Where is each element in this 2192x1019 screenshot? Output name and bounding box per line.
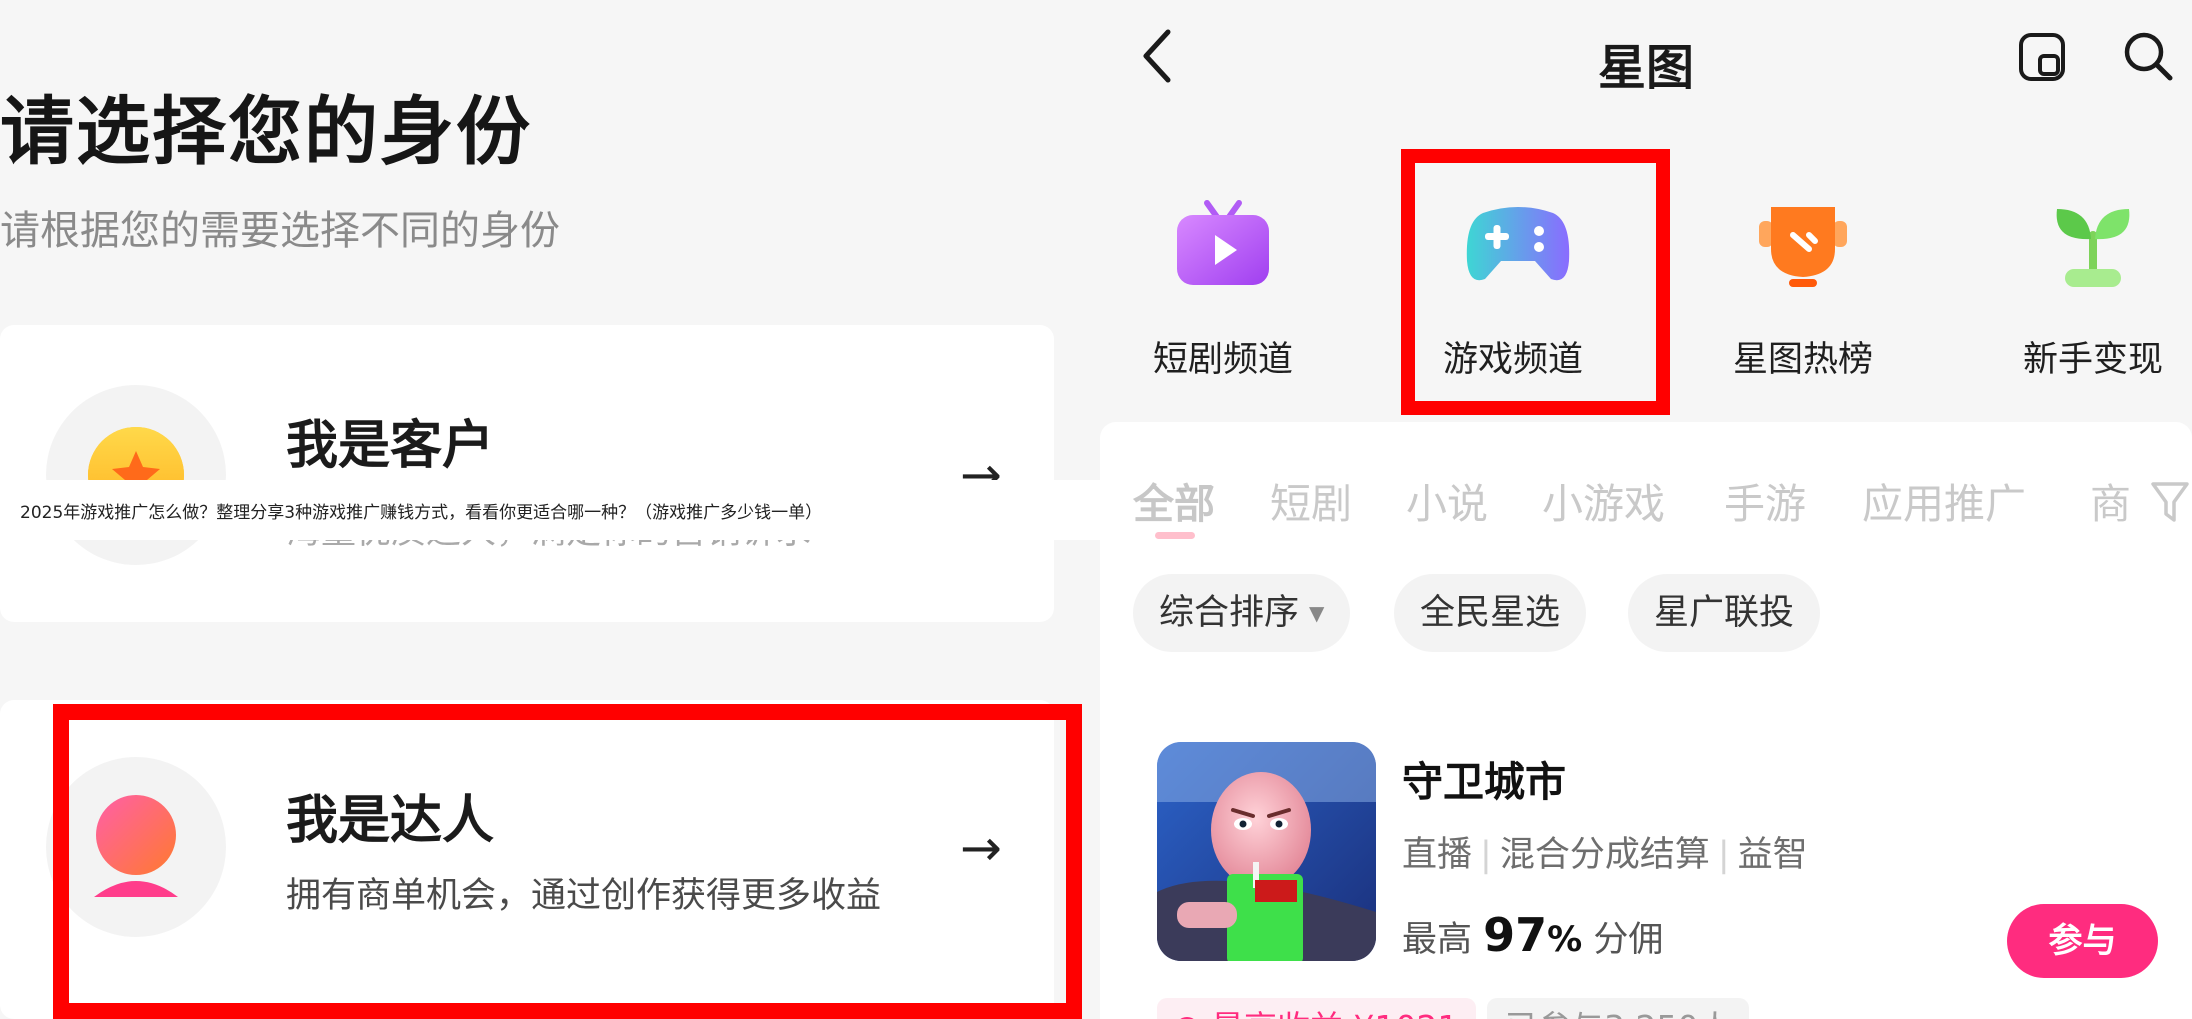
tag-genre: 益智: [1737, 835, 1808, 875]
article-title-banner: 2025年游戏推广怎么做？整理分享3种游戏推广赚钱方式，看看你更适合哪一种？（游…: [0, 480, 1100, 540]
game-badges: 最高收益 ¥1021 已参与3,250人: [1157, 998, 2157, 1019]
tag-separator: |: [1717, 835, 1730, 875]
channel-hot-list[interactable]: 星图热榜: [1703, 195, 1903, 382]
sort-label: 综合排序: [1159, 593, 1300, 633]
search-icon[interactable]: [2122, 30, 2174, 86]
joined-count-badge: 已参与3,250人: [1487, 998, 1750, 1019]
commission-unit: %: [1547, 920, 1583, 960]
channel-label: 星图热榜: [1732, 340, 1873, 380]
screen-switch-icon[interactable]: [2018, 32, 2066, 86]
page-title: 请选择您的身份: [0, 89, 532, 175]
tag-live: 直播: [1402, 835, 1473, 875]
game-name: 守卫城市: [1402, 758, 1566, 806]
channel-short-drama[interactable]: 短剧频道: [1123, 195, 1323, 382]
client-identity-card[interactable]: 我是客户 海量优质达人，满足你的营销诉求 →: [0, 325, 1054, 622]
highlight-box: [1401, 149, 1670, 415]
channel-label: 新手变现: [2022, 340, 2163, 380]
caret-down-icon: ▼: [1309, 601, 1325, 625]
commission-info: 最高 97% 分佣: [1402, 908, 1663, 962]
trophy-icon: [1753, 195, 1853, 295]
game-thumbnail-icon: [1157, 742, 1376, 961]
channel-newbie[interactable]: 新手变现: [1993, 195, 2192, 382]
tab-indicator: [1155, 532, 1195, 539]
tag-settlement: 混合分成结算: [1499, 835, 1710, 875]
tag-separator: |: [1480, 835, 1492, 875]
chip-national-pick[interactable]: 全民星选: [1394, 574, 1587, 652]
game-task-card[interactable]: 守卫城市 直播|混合分成结算|益智 最高 97% 分佣 参与 最高收益 ¥102…: [1100, 692, 2192, 1019]
join-button[interactable]: 参与: [2007, 904, 2158, 978]
commission-suffix: 分佣: [1593, 920, 1664, 960]
game-tags: 直播 | 混合分成结算 | 益智: [1402, 826, 1808, 877]
content-area: 全部 短剧 小说 小游戏 手游 应用推广 商 综合排序 ▼ 全民星选 星广联投: [1100, 420, 2192, 1019]
filter-icon[interactable]: [2150, 480, 2190, 528]
page-subtitle: 请根据您的需要选择不同的身份: [0, 208, 560, 254]
tab-mini-game[interactable]: 小游戏: [1542, 470, 1665, 530]
tab-app-promo[interactable]: 应用推广: [1862, 470, 2026, 530]
tv-play-icon: [1173, 195, 1273, 295]
sprout-icon: [2043, 195, 2143, 295]
income-badge: 最高收益 ¥1021: [1157, 998, 1477, 1019]
tab-commerce[interactable]: 商: [2090, 470, 2131, 530]
channel-label: 短剧频道: [1152, 340, 1293, 380]
highlight-box: [53, 704, 1082, 1019]
content-panel: 全部 短剧 小说 小游戏 手游 应用推广 商 综合排序 ▼ 全民星选 星广联投: [1100, 422, 2192, 1019]
commission-prefix: 最高: [1402, 920, 1473, 960]
chip-joint-ads[interactable]: 星广联投: [1628, 574, 1821, 652]
tab-mobile-game[interactable]: 手游: [1724, 470, 1806, 530]
income-badge-text: 最高收益 ¥1021: [1211, 1008, 1458, 1019]
top-bar: 星图: [1100, 0, 2192, 170]
sort-dropdown[interactable]: 综合排序 ▼: [1133, 574, 1351, 652]
client-card-title: 我是客户: [286, 416, 495, 476]
tab-novel[interactable]: 小说: [1406, 470, 1488, 530]
commission-value: 97: [1483, 908, 1548, 962]
tab-all[interactable]: 全部: [1133, 470, 1215, 530]
category-tabs: 全部 短剧 小说 小游戏 手游 应用推广 商: [1100, 422, 2192, 539]
tab-short-drama[interactable]: 短剧: [1270, 470, 1352, 530]
